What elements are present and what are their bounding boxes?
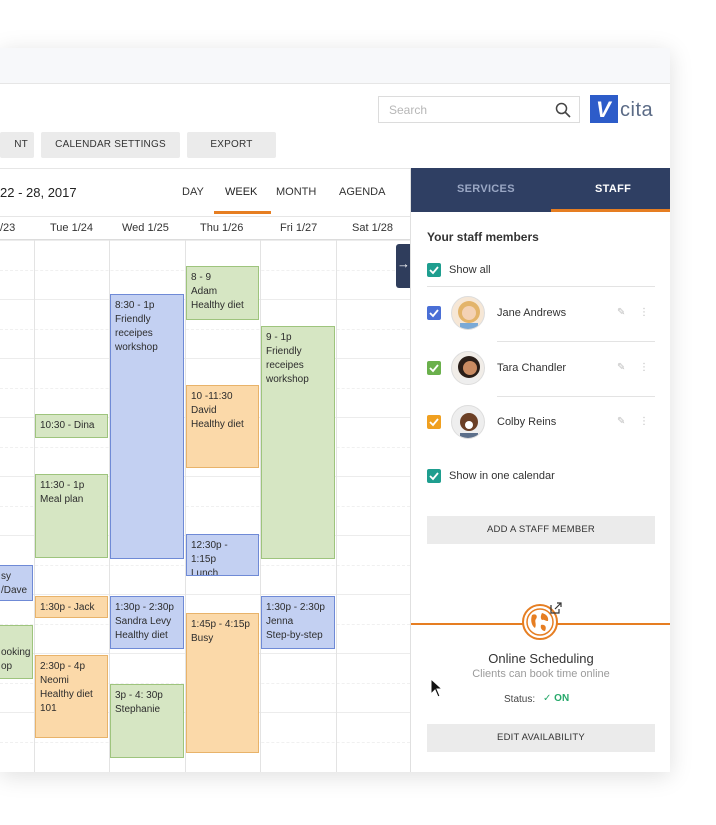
tab-staff[interactable]: STAFF [595,183,631,195]
edit-pencil-icon[interactable]: ✎ [617,362,625,373]
day-header: Tue 1/24 [50,222,94,234]
external-link-icon[interactable] [550,602,562,614]
day-header: Sat 1/28 [352,222,393,234]
edit-pencil-icon[interactable]: ✎ [617,307,625,318]
search-icon[interactable] [555,102,571,118]
tab-services[interactable]: SERVICES [457,183,515,195]
logo-word: cita [620,99,654,121]
add-staff-button[interactable]: ADD A STAFF MEMBER [427,516,655,544]
staff-panel: SERVICES STAFF Your staff members Show a… [410,168,670,772]
check-icon [429,418,439,427]
calendar-event[interactable]: 10:30 - Dina [35,414,108,438]
view-day[interactable]: DAY [182,186,204,198]
calendar-event[interactable]: 1:45p - 4:15p Busy [186,613,259,753]
toolbar-left-button[interactable]: NT [0,132,34,158]
search-input[interactable]: Search [378,96,580,123]
show-all-label: Show all [449,264,491,276]
status-label: Status: [504,694,536,705]
online-scheduling-title: Online Scheduling [488,651,594,666]
check-icon [429,364,439,373]
calendar-event[interactable]: 1:30p - 2:30p Sandra Levy Healthy diet [110,596,184,649]
date-range: 22 - 28, 2017 [0,185,77,200]
day-header: Thu 1/26 [200,222,244,234]
calendar-event[interactable]: 11:30 - 1p Meal plan [35,474,108,558]
active-view-underline [214,211,271,214]
avatar [451,296,485,330]
show-in-one-calendar-checkbox[interactable] [427,469,441,483]
view-week[interactable]: WEEK [225,186,257,198]
calendar-event[interactable]: sy /Dave [0,565,33,601]
more-options-icon[interactable]: ⋮ [639,362,649,373]
calendar-event[interactable]: 2:30p - 4p Neomi Healthy diet 101 [35,655,108,738]
export-button[interactable]: EXPORT [187,132,276,158]
vcita-logo: V cita [590,95,654,125]
check-icon [429,309,439,318]
search-placeholder: Search [389,103,428,117]
status-badge[interactable]: ✓ ON [543,693,569,704]
more-options-icon[interactable]: ⋮ [639,307,649,318]
day-header: Wed 1/25 [122,222,169,234]
staff-checkbox-jane[interactable] [427,306,441,320]
panel-tabs: SERVICES STAFF [411,168,670,212]
calendar-event[interactable]: 1:30p - Jack [35,596,108,618]
calendar-event[interactable]: 1:30p - 2:30p Jenna Step-by-step [261,596,335,649]
mouse-cursor-icon [430,678,444,698]
calendar-settings-button[interactable]: CALENDAR SETTINGS [41,132,180,158]
active-tab-underline [551,209,670,212]
show-in-one-calendar-label: Show in one calendar [449,470,555,482]
calendar-event[interactable]: 8 - 9 Adam Healthy diet [186,266,259,320]
more-options-icon[interactable]: ⋮ [639,416,649,427]
app-window: Search V cita NT CALENDAR SETTINGS EXPOR… [0,48,670,772]
checkmark-icon: ✓ [543,693,552,704]
arrow-right-icon: → [397,256,410,271]
calendar-event[interactable]: 12:30p - 1:15p Lunch [186,534,259,576]
calendar-event[interactable]: 9 - 1p Friendly receipes workshop [261,326,335,559]
top-strip [0,48,670,84]
avatar [451,351,485,385]
view-month[interactable]: MONTH [276,186,316,198]
staff-name: Colby Reins [497,416,557,428]
calendar-event[interactable]: 8:30 - 1p Friendly receipes workshop [110,294,184,559]
day-header: Fri 1/27 [280,222,318,234]
edit-pencil-icon[interactable]: ✎ [617,416,625,427]
staff-checkbox-tara[interactable] [427,361,441,375]
calendar-event[interactable]: ooking op [0,625,33,679]
edit-availability-button[interactable]: EDIT AVAILABILITY [427,724,655,752]
view-agenda[interactable]: AGENDA [339,186,385,198]
day-header: /23 [0,222,16,234]
staff-heading: Your staff members [427,230,539,244]
staff-name: Tara Chandler [497,362,567,374]
collapse-panel-button[interactable]: → [396,244,411,288]
logo-mark: V [590,95,618,123]
calendar-event[interactable]: 3p - 4: 30p Stephanie [110,684,184,758]
staff-name: Jane Andrews [497,307,567,319]
show-all-checkbox[interactable] [427,263,441,277]
calendar-event[interactable]: 10 -11:30 David Healthy diet [186,385,259,468]
check-icon [429,266,439,275]
staff-checkbox-colby[interactable] [427,415,441,429]
check-icon [429,472,439,481]
day-header-row: /23 Tue 1/24 Wed 1/25 Thu 1/26 Fri 1/27 … [0,216,410,240]
avatar [451,405,485,439]
online-scheduling-subtitle: Clients can book time online [472,668,610,680]
